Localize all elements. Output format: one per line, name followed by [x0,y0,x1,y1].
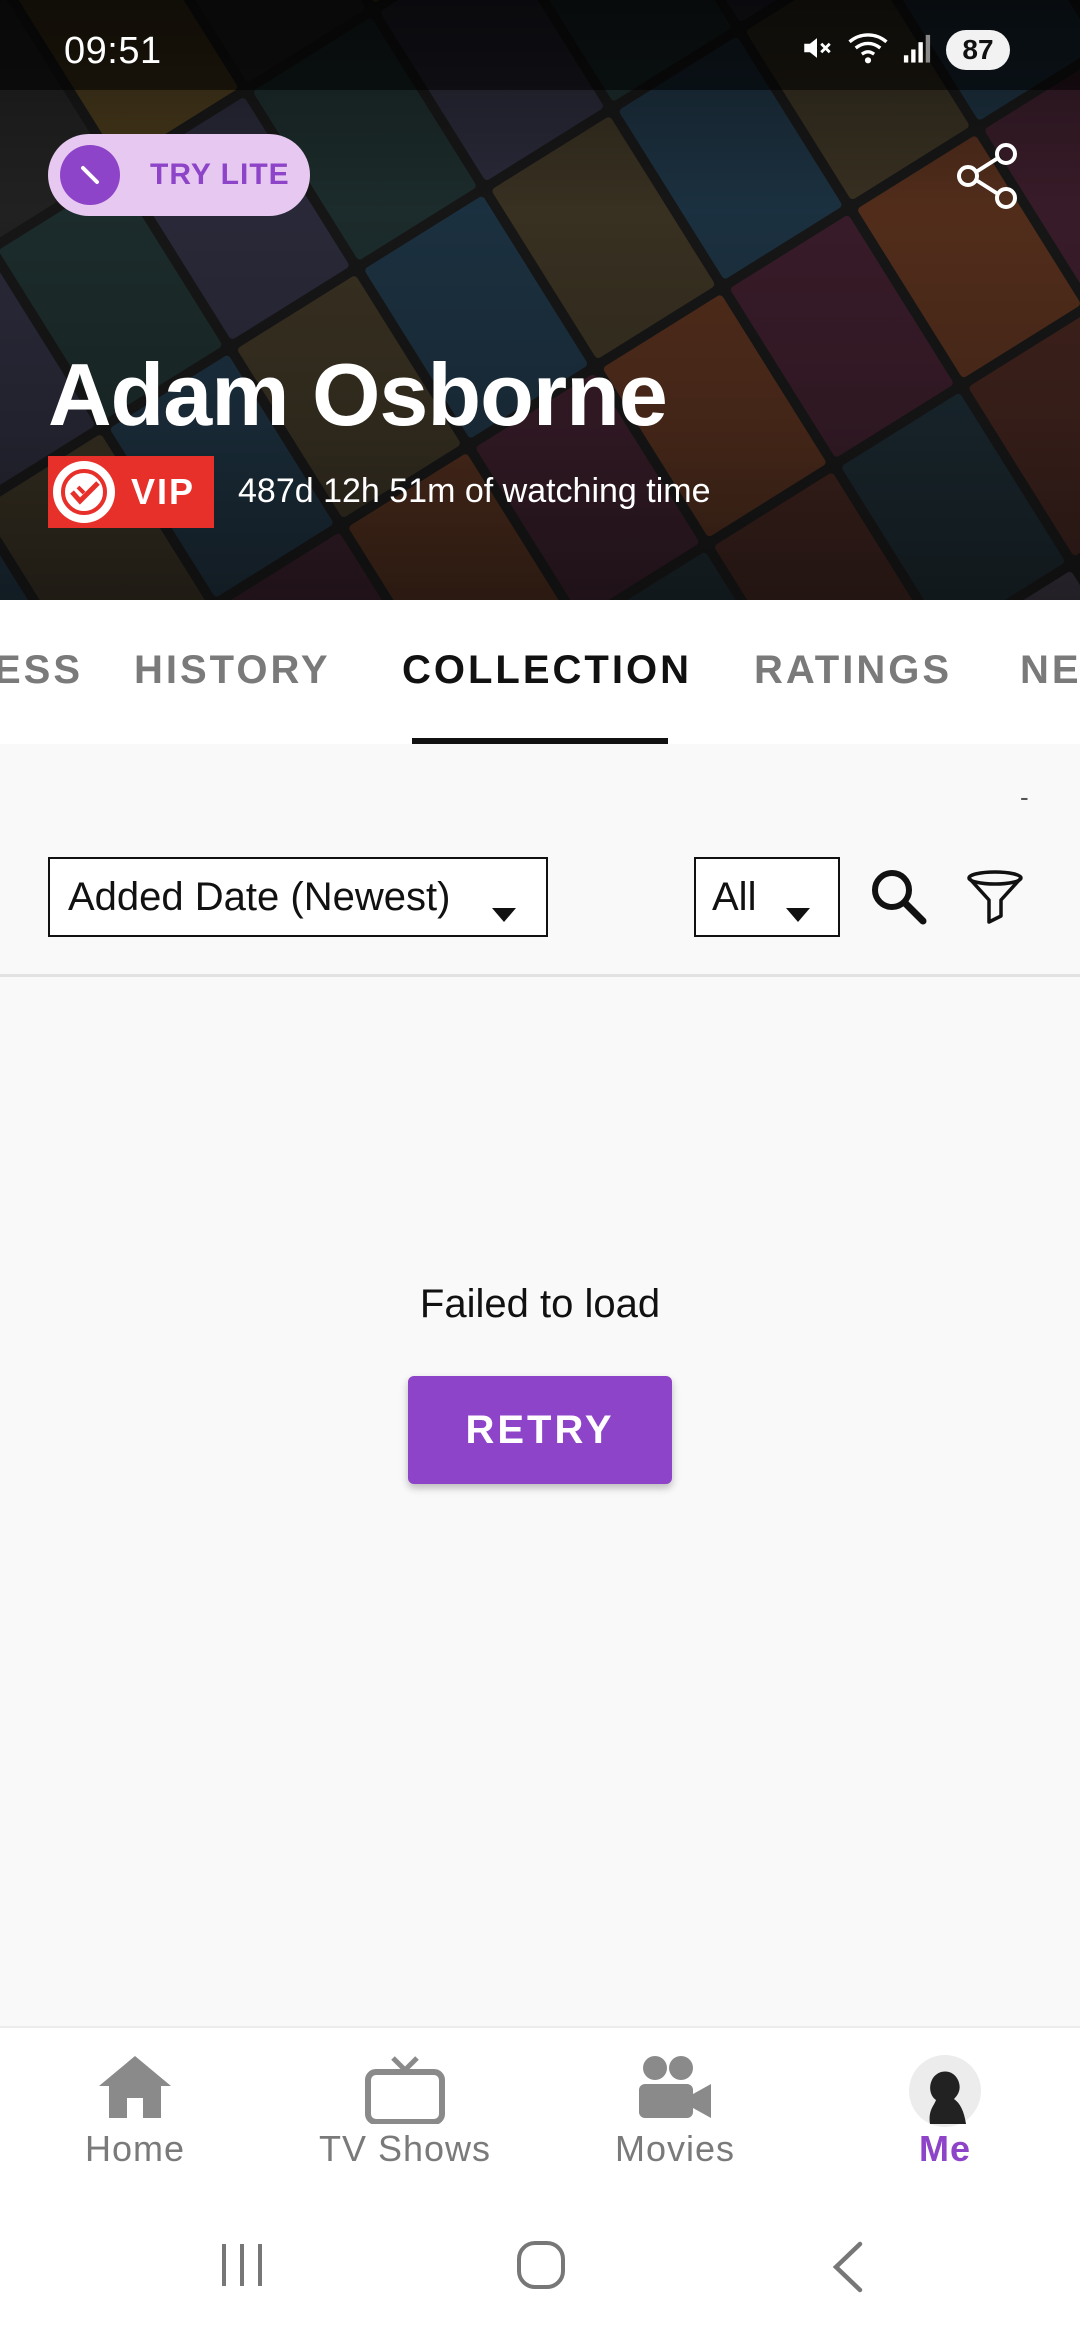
status-time: 09:51 [64,30,162,72]
profile-header: 09:51 87 TRY LITE Adam Osborne VIP 487d … [0,0,1080,600]
type-dropdown[interactable]: All [694,857,840,937]
lite-logo-icon [60,145,120,205]
status-bar: 09:51 87 [0,0,1080,90]
dropdown-arrow-icon [784,889,812,934]
error-message: Failed to load [419,1282,661,1326]
sort-dropdown[interactable]: Added Date (Newest) [48,857,548,937]
tab-next[interactable]: NE [1020,648,1080,693]
nav-home[interactable]: Home [0,2028,270,2202]
vip-label: VIP [131,471,196,512]
battery-indicator: 87 [946,30,1010,70]
tab-collection[interactable]: COLLECTION [402,648,692,693]
vip-badge: VIP [48,456,214,528]
try-lite-label: TRY LITE [150,158,290,191]
nav-tv-shows[interactable]: TV Shows [270,2028,540,2202]
mute-icon [800,31,834,70]
nav-home-label: Home [84,2128,186,2169]
dropdown-arrow-icon [490,889,518,934]
bottom-navigation: Home TV Shows Movies Me [0,2026,1080,2200]
system-navigation-bar [0,2200,1080,2340]
retry-button[interactable]: RETRY [408,1376,672,1484]
count-placeholder: - [1020,782,1029,812]
sort-value: Added Date (Newest) [68,874,451,919]
nav-me-label: Me [918,2128,971,2169]
recent-apps-icon[interactable] [218,2240,266,2295]
watching-time: 487d 12h 51m of watching time [238,472,711,510]
try-lite-button[interactable]: TRY LITE [48,134,310,216]
home-icon [97,2054,173,2125]
tab-ratings[interactable]: RATINGS [754,648,952,693]
tab-history[interactable]: HISTORY [134,648,331,693]
signal-icon [902,32,932,69]
profile-tabs: ESS HISTORY COLLECTION RATINGS NE [0,600,1080,744]
filter-funnel-icon[interactable] [964,866,1026,928]
nav-movies[interactable]: Movies [540,2028,810,2202]
tab-progress[interactable]: ESS [0,648,83,693]
home-button-icon[interactable] [516,2240,566,2295]
vip-check-icon [53,461,115,523]
wifi-icon [848,31,888,70]
back-icon[interactable] [826,2240,866,2299]
nav-movies-label: Movies [614,2128,736,2169]
search-icon[interactable] [868,866,928,926]
share-icon[interactable] [952,140,1024,212]
status-icons: 87 [800,28,1010,72]
movie-camera-icon [635,2054,715,2125]
type-value: All [712,874,757,919]
nav-tv-shows-label: TV Shows [318,2128,492,2169]
tv-icon [365,2054,445,2129]
filter-divider [0,974,1080,977]
active-tab-indicator [412,738,668,744]
user-name: Adam Osborne [48,345,668,444]
avatar-icon [908,2054,982,2133]
nav-me[interactable]: Me [810,2028,1080,2202]
